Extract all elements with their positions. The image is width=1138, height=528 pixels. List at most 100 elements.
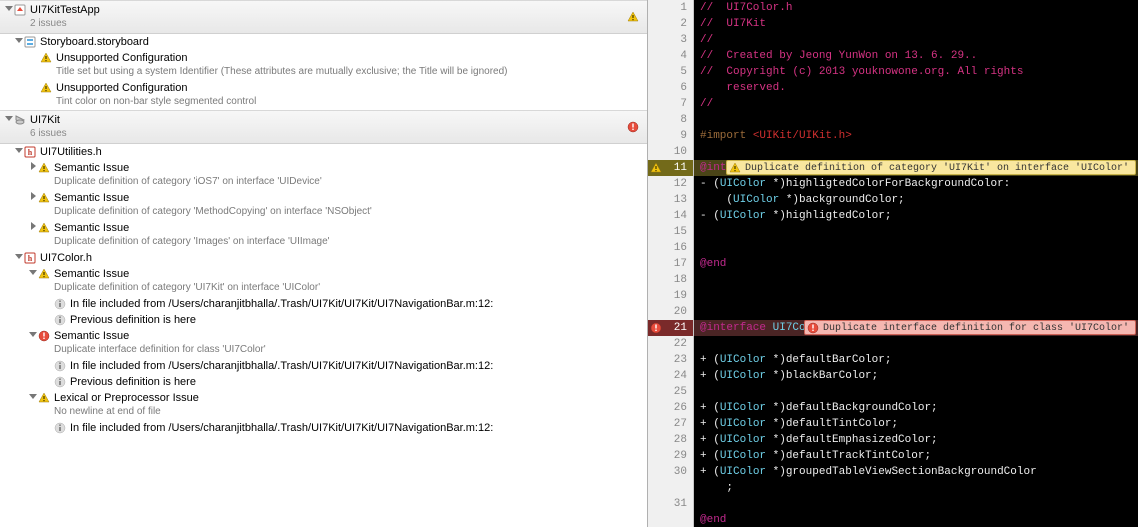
issue-detail: Duplicate interface definition for class… (54, 343, 643, 357)
target-header[interactable]: UI7Kit 6 issues (0, 110, 647, 144)
inline-warning[interactable]: Duplicate definition of category 'UI7Kit… (726, 160, 1136, 175)
code-line[interactable]: + (UIColor *)defaultEmphasizedColor; (694, 432, 1138, 448)
line-number: 30 (648, 464, 693, 480)
line-number: 13 (648, 192, 693, 208)
line-number: 1 (648, 0, 693, 16)
line-number: 25 (648, 384, 693, 400)
file-row[interactable]: UI7Utilities.h (0, 144, 647, 160)
code-line[interactable]: + (UIColor *)defaultTrackTintColor; (694, 448, 1138, 464)
issue-title: Lexical or Preprocessor Issue (54, 391, 643, 405)
disclosure-arrow[interactable] (4, 3, 14, 17)
code-line[interactable]: - (UIColor *)highligtedColor; (694, 208, 1138, 224)
storyboard-icon (24, 35, 38, 49)
code-line[interactable]: + (UIColor *)defaultTintColor; (694, 416, 1138, 432)
issue-subrow[interactable]: In file included from /Users/charanjitbh… (0, 296, 647, 312)
disclosure-arrow[interactable] (4, 113, 14, 127)
code-line[interactable]: #import <UIKit/UIKit.h> (694, 128, 1138, 144)
code-line[interactable] (694, 272, 1138, 288)
code-line[interactable]: reserved. (694, 80, 1138, 96)
issue-subrow[interactable]: Previous definition is here (0, 374, 647, 390)
info-icon (54, 297, 68, 311)
line-number: 9 (648, 128, 693, 144)
warning-icon (40, 51, 54, 65)
issue-title: Semantic Issue (54, 161, 643, 175)
file-row-storyboard[interactable]: Storyboard.storyboard (0, 34, 647, 50)
line-number: 15 (648, 224, 693, 240)
code-line[interactable]: + (UIColor *)groupedTableViewSectionBack… (694, 464, 1138, 480)
issue-subrow[interactable]: In file included from /Users/charanjitbh… (0, 358, 647, 374)
warning-icon (38, 391, 52, 405)
inline-error[interactable]: Duplicate interface definition for class… (804, 320, 1136, 335)
warning-icon (38, 161, 52, 175)
issue-row[interactable]: Semantic Issue Duplicate interface defin… (0, 328, 647, 358)
issue-detail: Duplicate definition of category 'Images… (54, 235, 643, 249)
code-line[interactable]: // (694, 32, 1138, 48)
disclosure-arrow[interactable] (28, 161, 38, 175)
issue-row[interactable]: Unsupported Configuration Tint color on … (0, 80, 647, 110)
disclosure-arrow[interactable] (28, 391, 38, 405)
issue-detail: Title set but using a system Identifier … (56, 65, 643, 79)
disclosure-arrow[interactable] (14, 145, 24, 159)
line-number: 22 (648, 336, 693, 352)
issue-note: Previous definition is here (70, 375, 196, 389)
warning-icon (38, 267, 52, 281)
code-line[interactable]: + (UIColor *)defaultBarColor; (694, 352, 1138, 368)
line-gutter: 1234567891011121314151617181920212223242… (648, 0, 694, 527)
code-line[interactable] (694, 144, 1138, 160)
code-editor[interactable]: 1234567891011121314151617181920212223242… (648, 0, 1138, 527)
code-line[interactable]: @interface UI7Color : UIColorDuplicate i… (694, 320, 1138, 336)
line-number: 16 (648, 240, 693, 256)
issue-subrow[interactable]: Previous definition is here (0, 312, 647, 328)
project-header[interactable]: UI7KitTestApp 2 issues (0, 0, 647, 34)
code-line[interactable] (694, 112, 1138, 128)
line-number: 10 (648, 144, 693, 160)
warning-icon (38, 221, 52, 235)
disclosure-arrow[interactable] (28, 221, 38, 235)
issue-row[interactable]: Semantic Issue Duplicate definition of c… (0, 160, 647, 190)
issue-row[interactable]: Lexical or Preprocessor Issue No newline… (0, 390, 647, 420)
issues-navigator[interactable]: UI7KitTestApp 2 issues Storyboard.storyb… (0, 0, 648, 527)
code-line[interactable] (694, 336, 1138, 352)
issue-row[interactable]: Unsupported Configuration Title set but … (0, 50, 647, 80)
target-name: UI7Kit (30, 113, 627, 127)
code-line[interactable]: @interface UIColor (UI7Kit)Duplicate def… (694, 160, 1138, 176)
code-line[interactable]: - (UIColor *)highligtedColorForBackgroun… (694, 176, 1138, 192)
issue-count: 6 issues (30, 127, 627, 141)
issue-title: Semantic Issue (54, 221, 643, 235)
code-line[interactable] (694, 224, 1138, 240)
code-line[interactable]: ; (694, 480, 1138, 496)
code-line[interactable]: // (694, 96, 1138, 112)
code-line[interactable] (694, 384, 1138, 400)
issue-detail: Duplicate definition of category 'UI7Kit… (54, 281, 643, 295)
line-number: 29 (648, 448, 693, 464)
code-line[interactable]: @end (694, 256, 1138, 272)
disclosure-arrow[interactable] (28, 267, 38, 281)
issue-row[interactable]: Semantic Issue Duplicate definition of c… (0, 190, 647, 220)
warning-icon (40, 81, 54, 95)
file-row[interactable]: UI7Color.h (0, 250, 647, 266)
disclosure-arrow[interactable] (28, 191, 38, 205)
issue-row[interactable]: Semantic Issue Duplicate definition of c… (0, 220, 647, 250)
issue-row[interactable]: Semantic Issue Duplicate definition of c… (0, 266, 647, 296)
code-line[interactable]: (UIColor *)backgroundColor; (694, 192, 1138, 208)
code-line[interactable] (694, 240, 1138, 256)
line-number: 6 (648, 80, 693, 96)
issue-subrow[interactable]: In file included from /Users/charanjitbh… (0, 420, 647, 436)
code-line[interactable]: + (UIColor *)defaultBackgroundColor; (694, 400, 1138, 416)
code-line[interactable]: // UI7Kit (694, 16, 1138, 32)
code-line[interactable]: + (UIColor *)blackBarColor; (694, 368, 1138, 384)
code-line[interactable]: // Copyright (c) 2013 youknowone.org. Al… (694, 64, 1138, 80)
code-line[interactable] (694, 304, 1138, 320)
code-line[interactable]: @end (694, 512, 1138, 528)
code-line[interactable]: // Created by Jeong YunWon on 13. 6. 29.… (694, 48, 1138, 64)
disclosure-arrow[interactable] (28, 329, 38, 343)
code-line[interactable] (694, 288, 1138, 304)
code-line[interactable] (694, 496, 1138, 512)
line-number: 23 (648, 352, 693, 368)
line-number: 8 (648, 112, 693, 128)
disclosure-arrow[interactable] (14, 35, 24, 49)
issue-note: In file included from /Users/charanjitbh… (70, 359, 493, 373)
code-line[interactable]: // UI7Color.h (694, 0, 1138, 16)
code-area[interactable]: // UI7Color.h// UI7Kit//// Created by Je… (694, 0, 1138, 527)
disclosure-arrow[interactable] (14, 251, 24, 265)
